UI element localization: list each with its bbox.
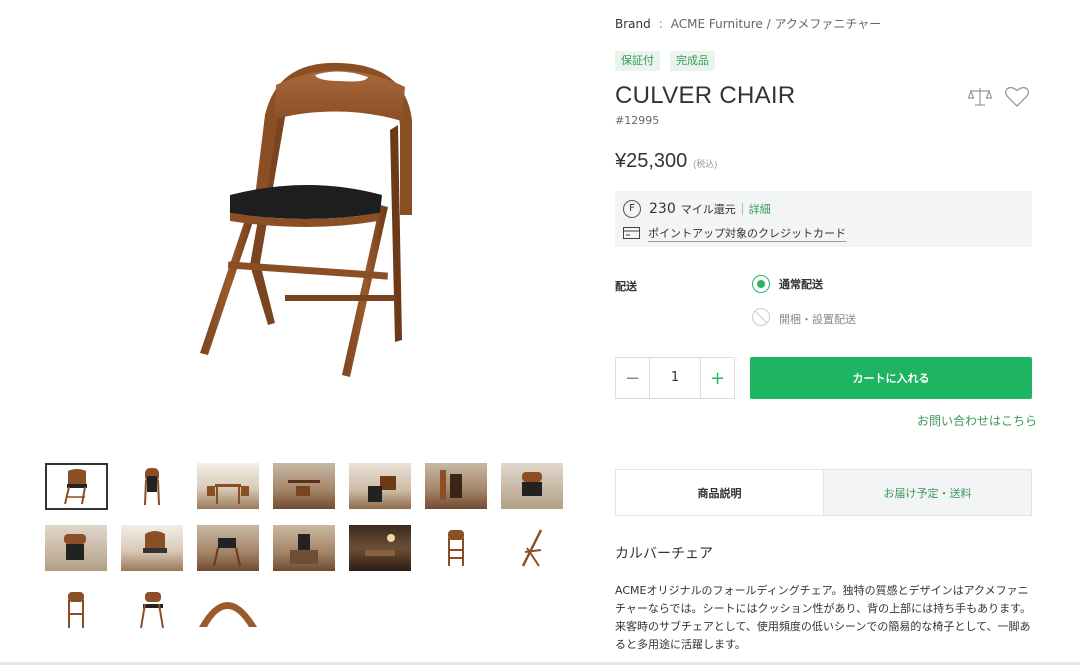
product-sku: #12995 [615,114,660,127]
thumbnail-10[interactable] [197,525,259,571]
contact-link[interactable]: お問い合わせはこちら [917,412,1037,429]
thumbnail-11[interactable] [273,525,335,571]
price-value: ¥25,300 [615,150,688,172]
thumbnail-1[interactable] [45,463,108,510]
product-title: CULVER CHAIR [615,82,796,109]
brand-name-link[interactable]: ACME Furniture / アクメファニチャー [671,17,881,31]
brand-separator: : [658,17,663,31]
quantity-stepper: − 1 + [615,357,735,399]
badge-assembled: 完成品 [670,51,715,71]
thumbnail-15[interactable] [45,587,107,633]
heart-icon[interactable] [1004,85,1030,113]
thumbnail-16[interactable] [121,587,183,633]
mile-row: F 230 マイル還元 詳細 [623,200,771,218]
tab-delivery[interactable]: お届け予定・送料 [823,470,1031,515]
thumbnail-3[interactable] [197,463,259,509]
thumbnail-2[interactable] [121,463,183,509]
thumbnail-6[interactable] [425,463,487,509]
thumbnail-9[interactable] [121,525,183,571]
description-title: カルバーチェア [615,546,713,562]
mile-divider [741,203,743,215]
credit-card-icon [623,224,640,243]
product-price: ¥25,300 (税込) [615,150,717,173]
disabled-radio-icon [752,308,770,330]
thumbnail-17[interactable] [197,587,259,633]
product-tabs: 商品説明 お届け予定・送料 [615,469,1032,516]
tab-description[interactable]: 商品説明 [616,470,823,515]
mile-unit: マイル還元 [680,203,736,216]
description-body: ACMEオリジナルのフォールディングチェア。独特の質感とデザインはアクメファニチ… [615,584,1032,651]
brand-label: Brand [615,17,651,31]
thumbnail-5[interactable] [349,463,411,509]
thumbnail-7[interactable] [501,463,563,509]
thumbnail-12[interactable] [349,525,411,571]
card-row[interactable]: ポイントアップ対象のクレジットカード [623,224,846,243]
add-to-cart-button[interactable]: カートに入れる [750,357,1032,399]
shipping-option-standard[interactable]: 通常配送 [752,275,823,293]
thumbnail-13[interactable] [425,525,487,571]
main-product-image [190,55,430,385]
tax-note: (税込) [693,159,718,169]
scale-icon[interactable] [967,85,993,113]
thumbnail-4[interactable] [273,463,335,509]
thumbnail-8[interactable] [45,525,107,571]
shipping-option-install: 開梱・設置配送 [752,308,856,330]
credit-card-link[interactable]: ポイントアップ対象のクレジットカード [648,225,846,242]
f-mark-icon: F [623,200,641,218]
brand-row: Brand: ACME Furniture / アクメファニチャー [615,15,881,32]
mile-box: F 230 マイル還元 詳細 ポイントアップ対象のクレジットカード [615,191,1032,247]
shipping-option-install-label: 開梱・設置配送 [779,313,856,326]
thumbnail-14[interactable] [501,525,563,571]
quantity-input[interactable]: 1 [649,358,701,398]
shipping-label: 配送 [615,280,637,293]
mile-amount: 230 [649,201,676,217]
badge-warranty: 保証付 [615,51,660,71]
shipping-option-standard-label: 通常配送 [779,278,823,291]
quantity-minus-button[interactable]: − [616,358,649,398]
radio-selected[interactable] [752,275,770,293]
quantity-plus-button[interactable]: + [701,358,734,398]
mile-detail-link[interactable]: 詳細 [749,201,771,217]
